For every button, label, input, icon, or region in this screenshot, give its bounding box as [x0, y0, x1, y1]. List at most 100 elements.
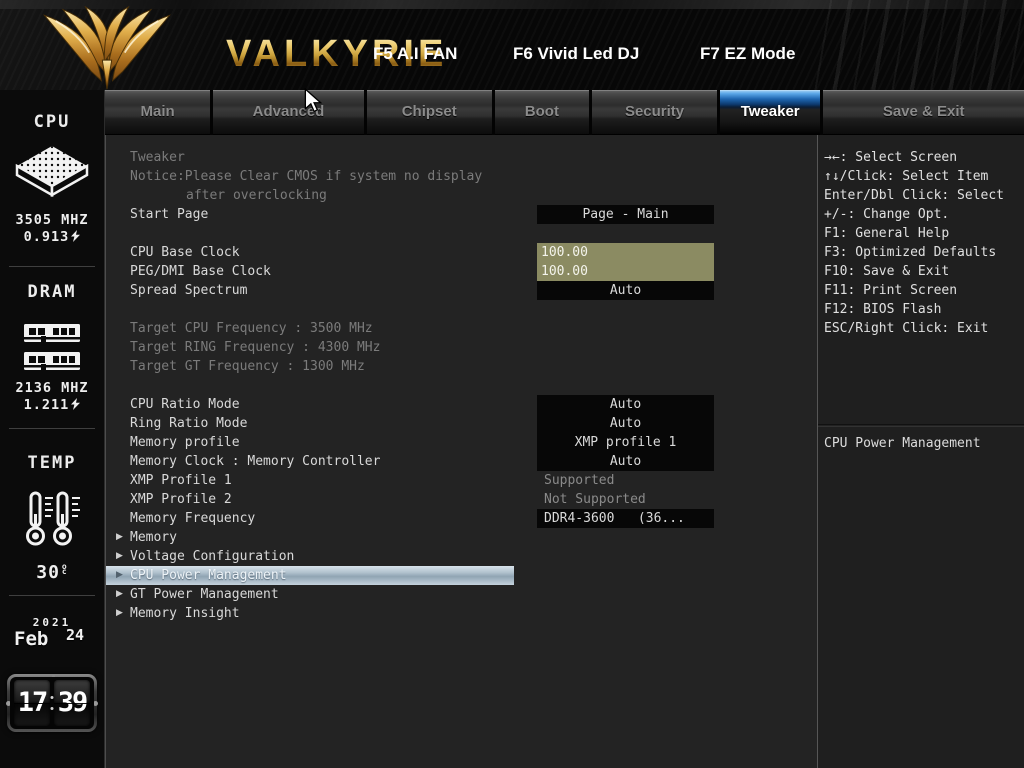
- value-field-cpu-base-clock[interactable]: 100.00: [537, 243, 714, 262]
- row-label: CPU Power Management: [130, 568, 287, 583]
- item-row-memory-frequency[interactable]: Memory Frequency DDR4-3600 (36...: [106, 509, 817, 528]
- thermometer-icon: [26, 491, 80, 546]
- context-item-label: CPU Power Management: [824, 436, 981, 451]
- help-line: F12: BIOS Flash: [824, 302, 942, 317]
- row-label: Tweaker: [130, 150, 185, 165]
- value-field-memory-frequency[interactable]: DDR4-3600 (36...: [537, 509, 714, 528]
- cpu-voltage: 0.913: [0, 229, 104, 245]
- item-row-memory-profile[interactable]: Memory profile XMP profile 1: [106, 433, 817, 452]
- value-field-spread-spectrum[interactable]: Auto: [537, 281, 714, 300]
- help-line: →←: Select Screen: [824, 150, 958, 165]
- tab-security[interactable]: Security: [592, 90, 718, 135]
- spacer-row: [106, 224, 817, 243]
- submenu-row-memory[interactable]: ▶ Memory: [106, 528, 817, 547]
- notice-row-notice-please-clear-cmos-if-system-no-display: Notice:Please Clear CMOS if system no di…: [106, 167, 817, 186]
- submenu-arrow-icon: ▶: [116, 608, 123, 618]
- row-label: after overclocking: [186, 188, 327, 203]
- help-panel-divider: [818, 424, 1024, 427]
- row-label: XMP Profile 1: [130, 473, 232, 488]
- row-label: Memory profile: [130, 435, 240, 450]
- help-line: +/-: Change Opt.: [824, 207, 950, 222]
- tweaker-settings-panel: Tweaker Notice:Please Clear CMOS if syste…: [105, 135, 817, 768]
- row-label: Memory Clock : Memory Controller: [130, 454, 381, 469]
- value-field-memory-profile[interactable]: XMP profile 1: [537, 433, 714, 452]
- value-field-ring-ratio-mode[interactable]: Auto: [537, 414, 714, 433]
- item-row-cpu-base-clock[interactable]: CPU Base Clock 100.00: [106, 243, 817, 262]
- row-label: GT Power Management: [130, 587, 279, 602]
- info-row-target-ring-frequency-4300-mhz: Target RING Frequency : 4300 MHz: [106, 338, 817, 357]
- value-field-peg-dmi-base-clock[interactable]: 100.00: [537, 262, 714, 281]
- value-field-start-page[interactable]: Page - Main: [537, 205, 714, 224]
- tab-save-exit[interactable]: Save & Exit: [823, 90, 1024, 135]
- shortcut-f6-vivid-led-dj[interactable]: F6 Vivid Led DJ: [513, 44, 639, 64]
- row-label: CPU Base Clock: [130, 245, 240, 260]
- header: VALKYRIE F5 A.I FAN F6 Vivid Led DJ F7 E…: [0, 0, 1024, 90]
- shortcut-f5-ai-fan[interactable]: F5 A.I FAN: [373, 44, 457, 64]
- temp-section-title: TEMP: [27, 453, 77, 473]
- info-row-target-cpu-frequency-3500-mhz: Target CPU Frequency : 3500 MHz: [106, 319, 817, 338]
- sidebar-divider: [9, 595, 95, 596]
- row-label: Memory Frequency: [130, 511, 256, 526]
- info-row-target-gt-frequency-1300-mhz: Target GT Frequency : 1300 MHz: [106, 357, 817, 376]
- submenu-arrow-icon: ▶: [116, 551, 123, 561]
- tab-tweaker[interactable]: Tweaker: [720, 90, 821, 135]
- row-label: Spread Spectrum: [130, 283, 248, 298]
- submenu-arrow-icon: ▶: [116, 532, 123, 542]
- value-field-memory-clock-memory-controller[interactable]: Auto: [537, 452, 714, 471]
- row-label: Memory: [130, 530, 177, 545]
- help-line: Enter/Dbl Click: Select: [824, 188, 1005, 203]
- notice-row-after-overclocking: after overclocking: [106, 186, 817, 205]
- submenu-row-memory-insight[interactable]: ▶ Memory Insight: [106, 604, 817, 623]
- infopair-row-xmp-profile-1: XMP Profile 1 Supported: [106, 471, 817, 490]
- dram-section-title: DRAM: [27, 282, 77, 302]
- help-line: F1: General Help: [824, 226, 950, 241]
- valkyrie-wings-logo: [43, 6, 171, 90]
- item-row-peg-dmi-base-clock[interactable]: PEG/DMI Base Clock 100.00: [106, 262, 817, 281]
- help-line: ↑↓/Click: Select Item: [824, 169, 989, 184]
- row-label: Target RING Frequency : 4300 MHz: [130, 340, 381, 355]
- submenu-row-cpu-power-management[interactable]: ▶ CPU Power Management: [106, 566, 514, 585]
- row-label: Voltage Configuration: [130, 549, 295, 564]
- flip-clock: 17 39: [6, 674, 98, 732]
- row-label: Target GT Frequency : 1300 MHz: [130, 359, 365, 374]
- help-panel: CPU Power Management →←: Select Screen ↑↓…: [817, 135, 1024, 768]
- row-label: XMP Profile 2: [130, 492, 232, 507]
- item-row-start-page[interactable]: Start Page Page - Main: [106, 205, 817, 224]
- bolt-icon: [71, 398, 81, 410]
- mouse-cursor: [304, 88, 323, 112]
- dram-frequency: 2136 MHZ: [15, 380, 89, 396]
- help-line: ESC/Right Click: Exit: [824, 321, 989, 336]
- dram-modules-icon: [24, 324, 80, 370]
- tab-advanced[interactable]: Advanced: [213, 90, 364, 135]
- row-label: CPU Ratio Mode: [130, 397, 240, 412]
- help-line: F11: Print Screen: [824, 283, 958, 298]
- help-line: F10: Save & Exit: [824, 264, 950, 279]
- section-row-tweaker: Tweaker: [106, 148, 817, 167]
- value-field-cpu-ratio-mode[interactable]: Auto: [537, 395, 714, 414]
- sidebar-divider: [9, 266, 95, 267]
- tab-main[interactable]: Main: [105, 90, 211, 135]
- spacer-row: [106, 376, 817, 395]
- item-row-spread-spectrum[interactable]: Spread Spectrum Auto: [106, 281, 817, 300]
- bios-screen: VALKYRIE F5 A.I FAN F6 Vivid Led DJ F7 E…: [0, 0, 1024, 768]
- temperature-value: 30 o c: [36, 562, 68, 583]
- item-row-ring-ratio-mode[interactable]: Ring Ratio Mode Auto: [106, 414, 817, 433]
- item-row-memory-clock-memory-controller[interactable]: Memory Clock : Memory Controller Auto: [106, 452, 817, 471]
- cpu-frequency: 3505 MHZ: [15, 212, 89, 228]
- value-text-xmp-profile-2: Not Supported: [544, 492, 646, 507]
- row-label: Notice:Please Clear CMOS if system no di…: [130, 169, 483, 184]
- cpu-section-title: CPU: [33, 112, 71, 132]
- shortcut-f7-ez-mode[interactable]: F7 EZ Mode: [700, 44, 795, 64]
- tab-chipset[interactable]: Chipset: [366, 90, 492, 135]
- bolt-icon: [71, 230, 81, 242]
- date-month: Feb: [14, 628, 49, 650]
- tab-boot[interactable]: Boot: [494, 90, 590, 135]
- item-row-cpu-ratio-mode[interactable]: CPU Ratio Mode Auto: [106, 395, 817, 414]
- dram-voltage: 1.211: [0, 397, 104, 413]
- submenu-row-gt-power-management[interactable]: ▶ GT Power Management: [106, 585, 817, 604]
- status-sidebar: CPU 3505 MHZ 0.913 DRAM 2136 MHZ 1.211 T…: [0, 90, 105, 768]
- spacer-row: [106, 300, 817, 319]
- cpu-chip-icon: [15, 146, 89, 198]
- clock-minutes: 39: [54, 680, 90, 726]
- submenu-row-voltage-configuration[interactable]: ▶ Voltage Configuration: [106, 547, 817, 566]
